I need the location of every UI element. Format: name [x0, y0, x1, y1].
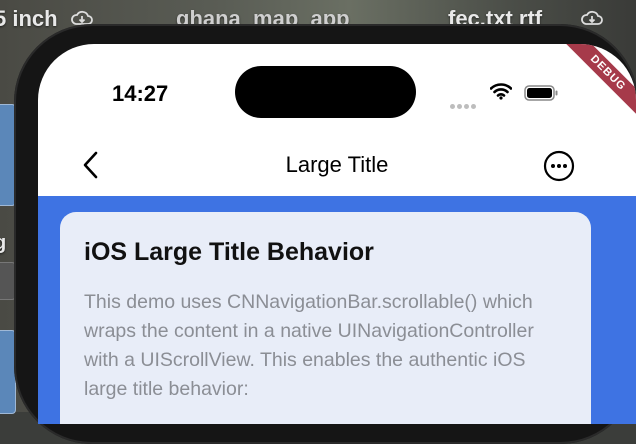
simulator-screen: 14:27 DEBUG Large Title iOS Large Title … [38, 44, 636, 424]
desktop-file-label[interactable]: 5 inch [0, 6, 58, 32]
info-card: iOS Large Title Behavior This demo uses … [60, 212, 591, 424]
card-body-text: This demo uses CNNavigationBar.scrollabl… [84, 291, 534, 400]
battery-icon [524, 85, 558, 101]
dynamic-island [235, 66, 416, 118]
card-title: iOS Large Title Behavior [84, 238, 374, 266]
cellular-signal-icon [450, 96, 478, 114]
ellipsis-circle-icon[interactable] [543, 150, 575, 182]
scroll-content[interactable]: iOS Large Title Behavior This demo uses … [38, 196, 636, 424]
desktop-file-label[interactable]: g [0, 232, 6, 255]
status-bar-time: 14:27 [112, 81, 169, 106]
wifi-icon [490, 83, 512, 100]
icloud-download-icon [581, 10, 603, 25]
